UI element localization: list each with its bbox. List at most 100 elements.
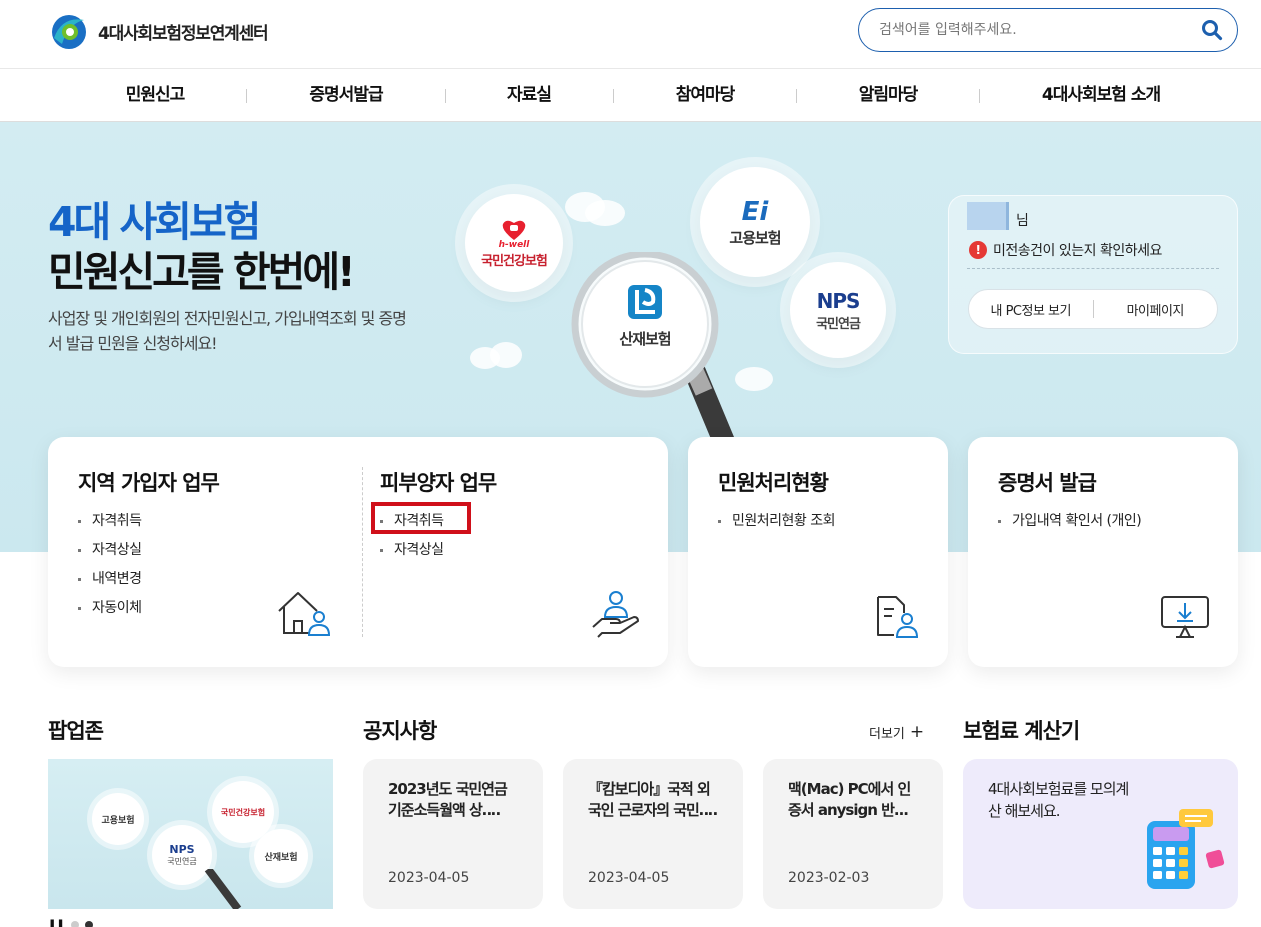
nav-about[interactable]: 4대사회보험 소개 — [1042, 69, 1161, 122]
search-icon — [1202, 20, 1223, 41]
pension-bubble: NPS 국민연금 — [790, 262, 886, 358]
nav-civil-report[interactable]: 민원신고 — [126, 69, 186, 122]
user-honorific: 님 — [1016, 213, 1029, 229]
notice-section-title: 공지사항 — [363, 719, 437, 743]
pause-icon[interactable]: ❚❚ — [48, 919, 65, 927]
health-logo-icon — [502, 220, 526, 240]
health-insurance-bubble: h-well 국민건강보험 — [465, 194, 563, 292]
search-input[interactable] — [879, 22, 1199, 38]
logo-text: 4대사회보험정보연계센터 — [98, 23, 269, 44]
card-divider — [362, 467, 363, 637]
divider — [967, 268, 1219, 269]
certificate-issue-link[interactable]: 가입내역 확인서 (개인) — [998, 507, 1142, 536]
popup-zone-title: 팝업존 — [48, 719, 104, 743]
nav-separator — [979, 89, 980, 103]
health-insurance-label: 국민건강보험 — [481, 253, 548, 269]
nav-separator — [246, 89, 247, 103]
notice-title: 『캄보디아』국적 외국인 근로자의 국민‥‥ — [588, 780, 718, 819]
notice-card[interactable]: 『캄보디아』국적 외국인 근로자의 국민‥‥ 2023-04-05 — [563, 759, 743, 909]
cloud-decoration — [490, 342, 522, 368]
notice-title: 2023년도 국민연금 기준소득월액 상‥‥ — [388, 780, 508, 819]
dependent-card-title: 피부양자 업무 — [380, 471, 497, 495]
nav-separator — [445, 89, 446, 103]
header: 4대사회보험정보연계센터 — [0, 0, 1261, 68]
notice-date: 2023-04-05 — [588, 870, 670, 886]
user-buttons: 내 PC정보 보기 마이페이지 — [968, 289, 1218, 329]
notice-date: 2023-02-03 — [788, 870, 870, 886]
pension-label: 국민연금 — [816, 316, 861, 332]
popup-industrial-label: 산재보험 — [264, 852, 298, 863]
alert-icon: ! — [969, 241, 987, 259]
unsent-alert-text: 미전송건이 있는지 확인하세요 — [993, 243, 1162, 259]
calculator-description: 4대사회보험료를 모의계산 해보세요. — [988, 780, 1129, 820]
more-label: 더보기 — [869, 727, 905, 742]
regional-change-link[interactable]: 내역변경 — [78, 565, 142, 594]
regional-card-title: 지역 가입자 업무 — [78, 471, 220, 495]
popup-banner[interactable]: 고용보험 국민건강보험 NPS 국민연금 산재보험 — [48, 759, 333, 909]
nav-notice[interactable]: 알림마당 — [859, 69, 919, 122]
regional-acquire-link[interactable]: 자격취득 — [78, 507, 142, 536]
calculator-section-title: 보험료 계산기 — [963, 719, 1080, 743]
popup-magnifier-icon — [204, 869, 242, 909]
notice-title: 맥(Mac) PC에서 인증서 anysign 반... — [788, 780, 911, 819]
pager-dot[interactable] — [70, 920, 79, 927]
hero-description: 사업장 및 개인회원의 전자민원신고, 가입내역조회 및 증명서 발급 민원을 … — [48, 309, 407, 353]
industrial-logo-icon — [628, 285, 662, 319]
status-menu: 민원처리현황 조회 — [718, 507, 836, 536]
dependent-loss-link[interactable]: 자격상실 — [380, 536, 444, 565]
popup-employment-bubble: 고용보험 — [92, 793, 144, 845]
regional-loss-link[interactable]: 자격상실 — [78, 536, 142, 565]
my-page-button[interactable]: 마이페이지 — [1094, 300, 1218, 319]
hand-person-icon — [592, 591, 639, 638]
popup-pension-label: 국민연금 — [167, 857, 197, 866]
employment-logo-icon: Ei — [741, 196, 769, 227]
calculator-card[interactable]: 4대사회보험료를 모의계산 해보세요. — [963, 759, 1238, 909]
popup-health-label: 국민건강보험 — [220, 807, 266, 817]
popup-nps-logo: NPS — [169, 843, 195, 856]
popup-employment-label: 고용보험 — [101, 815, 135, 826]
nav-separator — [613, 89, 614, 103]
nav-certificate[interactable]: 증명서발급 — [309, 69, 383, 122]
search-button[interactable] — [1199, 17, 1225, 43]
certificate-card-title: 증명서 발급 — [998, 471, 1097, 495]
notice-card[interactable]: 맥(Mac) PC에서 인증서 anysign 반... 2023-02-03 — [763, 759, 943, 909]
notice-date: 2023-04-05 — [388, 870, 470, 886]
unsent-alert[interactable]: ! 미전송건이 있는지 확인하세요 — [969, 240, 1162, 260]
monitor-download-icon — [1161, 596, 1209, 638]
industrial-insurance-label: 산재보험 — [619, 330, 671, 348]
certificate-menu: 가입내역 확인서 (개인) — [998, 507, 1142, 536]
more-link[interactable]: 더보기 + — [869, 722, 925, 743]
status-card-title: 민원처리현황 — [718, 471, 829, 495]
document-person-icon — [877, 596, 919, 638]
industrial-insurance-badge: 산재보험 — [605, 282, 685, 349]
nav-participation[interactable]: 참여마당 — [676, 69, 736, 122]
search-box — [858, 8, 1238, 52]
plus-icon: + — [909, 722, 925, 742]
health-brand: h-well — [498, 239, 530, 250]
my-pc-info-button[interactable]: 내 PC정보 보기 — [969, 300, 1093, 319]
subscriber-card: 지역 가입자 업무 자격취득 자격상실 내역변경 자동이체 피부양자 업무 자격… — [48, 437, 668, 667]
cloud-decoration — [585, 200, 625, 226]
certificate-card: 증명서 발급 가입내역 확인서 (개인) — [968, 437, 1238, 667]
pager-dot-active[interactable] — [84, 920, 93, 927]
notice-card[interactable]: 2023년도 국민연금 기준소득월액 상‥‥ 2023-04-05 — [363, 759, 543, 909]
nav-separator — [796, 89, 797, 103]
employment-insurance-label: 고용보험 — [729, 228, 781, 247]
popup-pager: ❚❚ — [48, 919, 93, 927]
logo-icon — [52, 15, 86, 49]
hero-title-line2: 민원신고를 한번에! — [48, 248, 356, 296]
calculator-icon — [1147, 809, 1225, 889]
house-person-icon — [278, 592, 331, 636]
regional-menu: 자격취득 자격상실 내역변경 자동이체 — [78, 507, 142, 623]
highlight-box — [371, 502, 471, 534]
user-panel: 님 ! 미전송건이 있는지 확인하세요 내 PC정보 보기 마이페이지 — [948, 195, 1238, 354]
nav-archive[interactable]: 자료실 — [507, 69, 552, 122]
popup-industrial-bubble: 산재보험 — [254, 829, 308, 883]
nps-logo-icon: NPS — [816, 288, 861, 313]
regional-autopay-link[interactable]: 자동이체 — [78, 594, 142, 623]
status-card: 민원처리현황 민원처리현황 조회 — [688, 437, 948, 667]
status-inquiry-link[interactable]: 민원처리현황 조회 — [718, 507, 836, 536]
user-name-masked — [967, 202, 1009, 230]
main-navigation: 민원신고 증명서발급 자료실 참여마당 알림마당 4대사회보험 소개 — [0, 68, 1261, 122]
site-logo[interactable]: 4대사회보험정보연계센터 — [48, 10, 269, 52]
